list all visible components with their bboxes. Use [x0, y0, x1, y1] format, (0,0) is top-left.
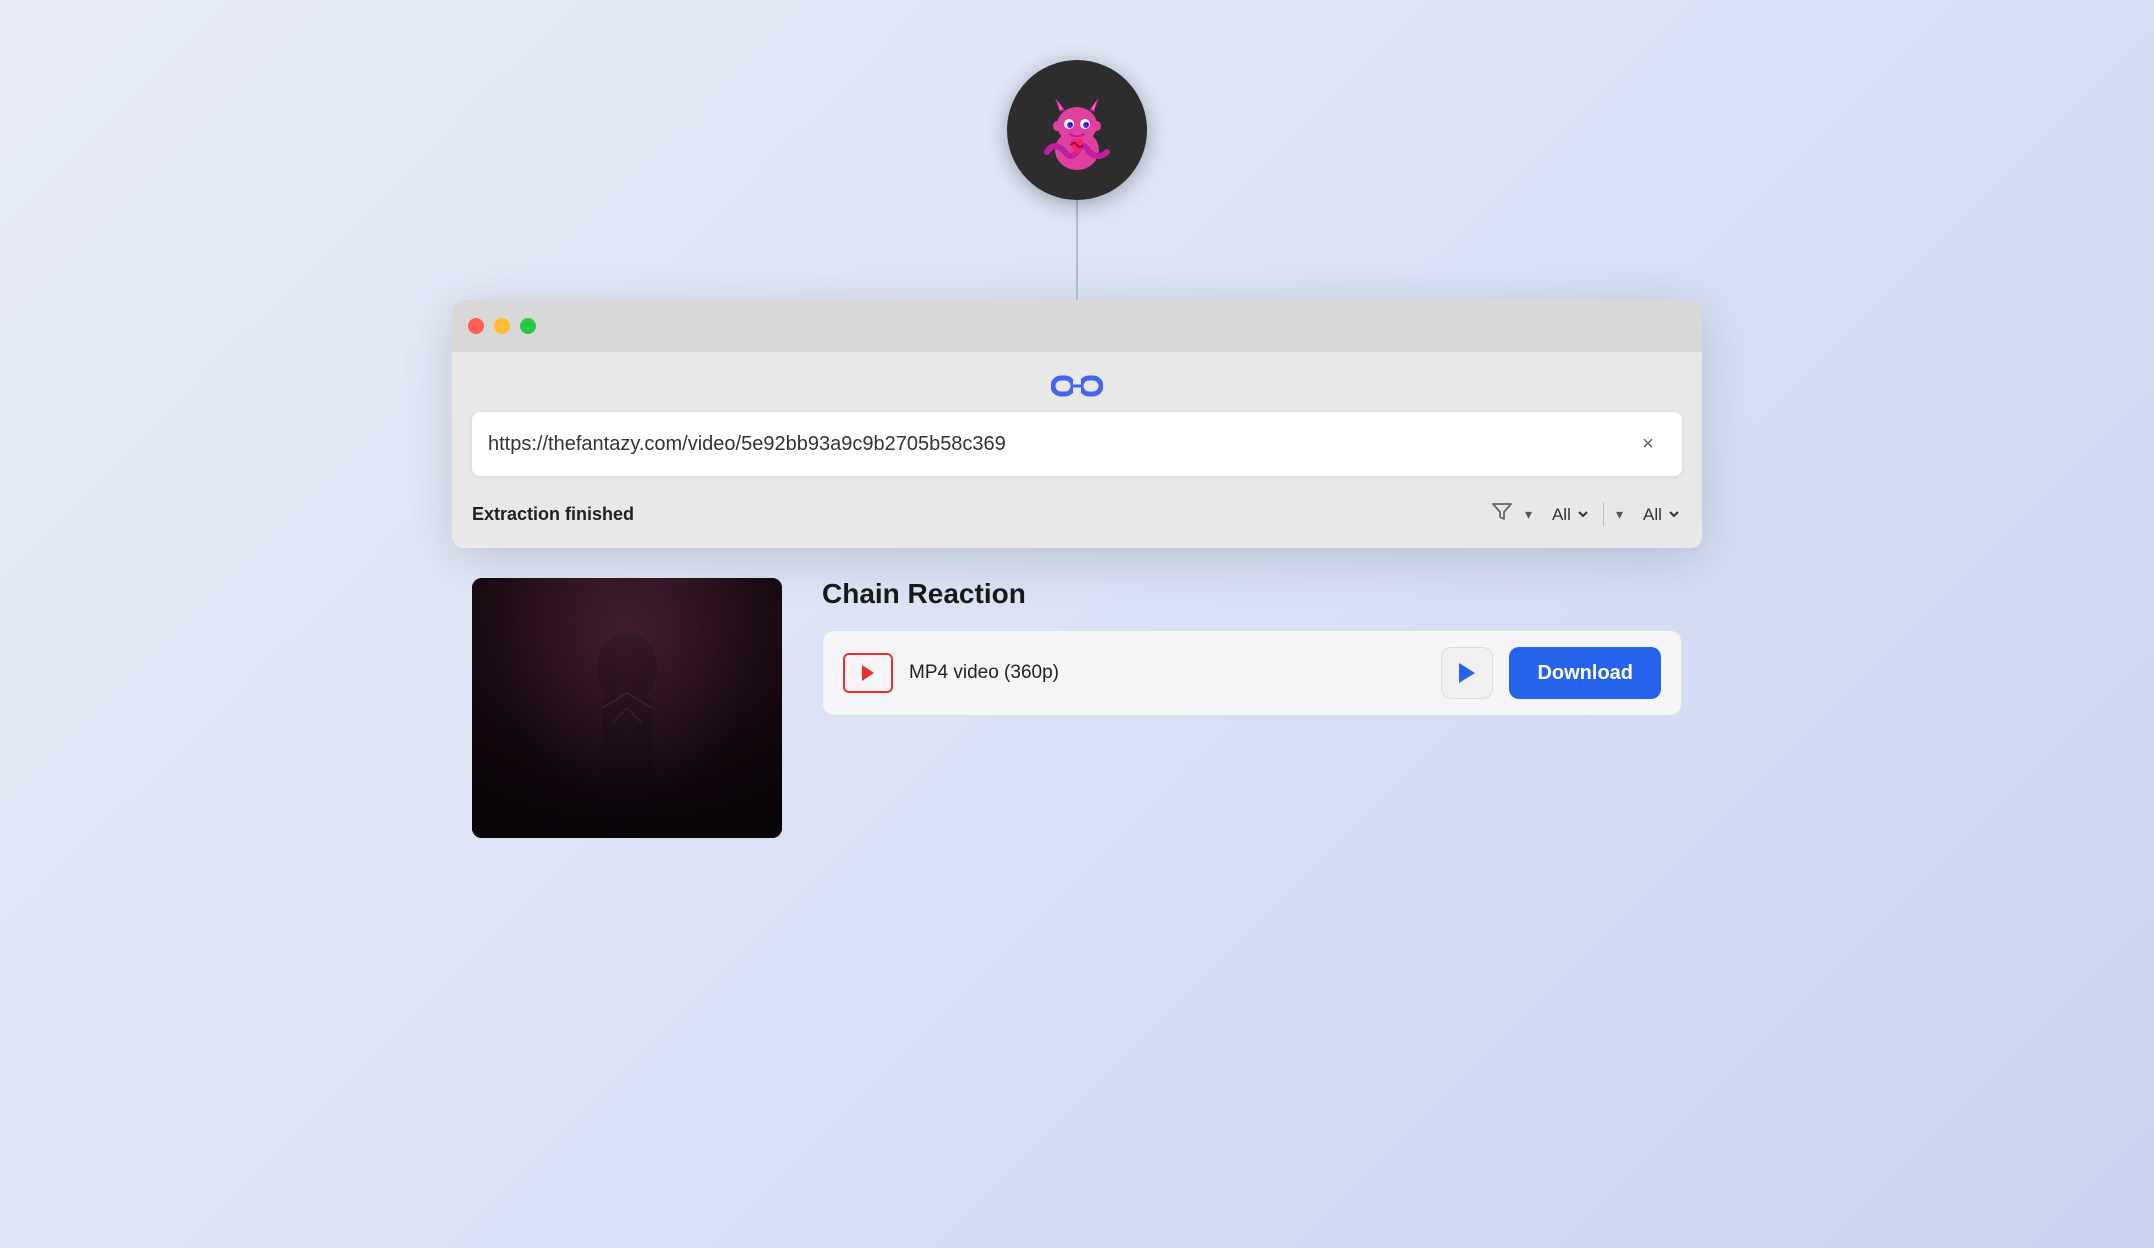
- download-option-row: MP4 video (360p) Download: [822, 630, 1682, 716]
- maximize-button[interactable]: [520, 318, 536, 334]
- video-info: Chain Reaction MP4 video (360p) Download: [822, 578, 1682, 716]
- filter-icon: [1491, 500, 1513, 528]
- minimize-button[interactable]: [494, 318, 510, 334]
- video-format-icon: [843, 653, 893, 693]
- format-play-triangle: [862, 665, 874, 681]
- preview-button[interactable]: [1441, 647, 1493, 699]
- url-bar-wrapper: ×: [472, 412, 1682, 476]
- status-bar: Extraction finished ▾ All ▾ All: [452, 486, 1702, 528]
- thumbnail-svg: [472, 578, 782, 838]
- app-icon: [1007, 60, 1147, 200]
- connector-line: [1076, 200, 1078, 300]
- format-filter-select[interactable]: All: [1544, 504, 1591, 525]
- app-icon-section: [1007, 60, 1147, 300]
- browser-titlebar: [452, 300, 1702, 352]
- content-area: Chain Reaction MP4 video (360p) Download: [452, 578, 1702, 838]
- browser-body: × Extraction finished ▾ All ▾: [452, 352, 1702, 548]
- format-label: MP4 video (360p): [909, 662, 1425, 684]
- url-input[interactable]: [488, 433, 1630, 456]
- filter-dropdown-indicator: ▾: [1525, 506, 1532, 523]
- clear-url-button[interactable]: ×: [1630, 426, 1666, 462]
- thumbnail-image: [472, 578, 782, 838]
- preview-play-icon: [1459, 663, 1475, 683]
- video-title: Chain Reaction: [822, 578, 1682, 610]
- status-text: Extraction finished: [472, 504, 1475, 525]
- quality-filter-indicator: ▾: [1616, 506, 1623, 523]
- chain-link-icon: [1051, 370, 1103, 407]
- filter-section: ▾ All ▾ All: [1491, 500, 1682, 528]
- quality-filter-select[interactable]: All: [1635, 504, 1682, 525]
- download-button[interactable]: Download: [1509, 647, 1661, 699]
- address-bar-section: ×: [452, 352, 1702, 486]
- browser-window: × Extraction finished ▾ All ▾: [452, 300, 1702, 548]
- mascot-svg: [1027, 80, 1127, 180]
- close-button[interactable]: [468, 318, 484, 334]
- filter-divider: [1603, 502, 1604, 526]
- video-thumbnail: [472, 578, 782, 838]
